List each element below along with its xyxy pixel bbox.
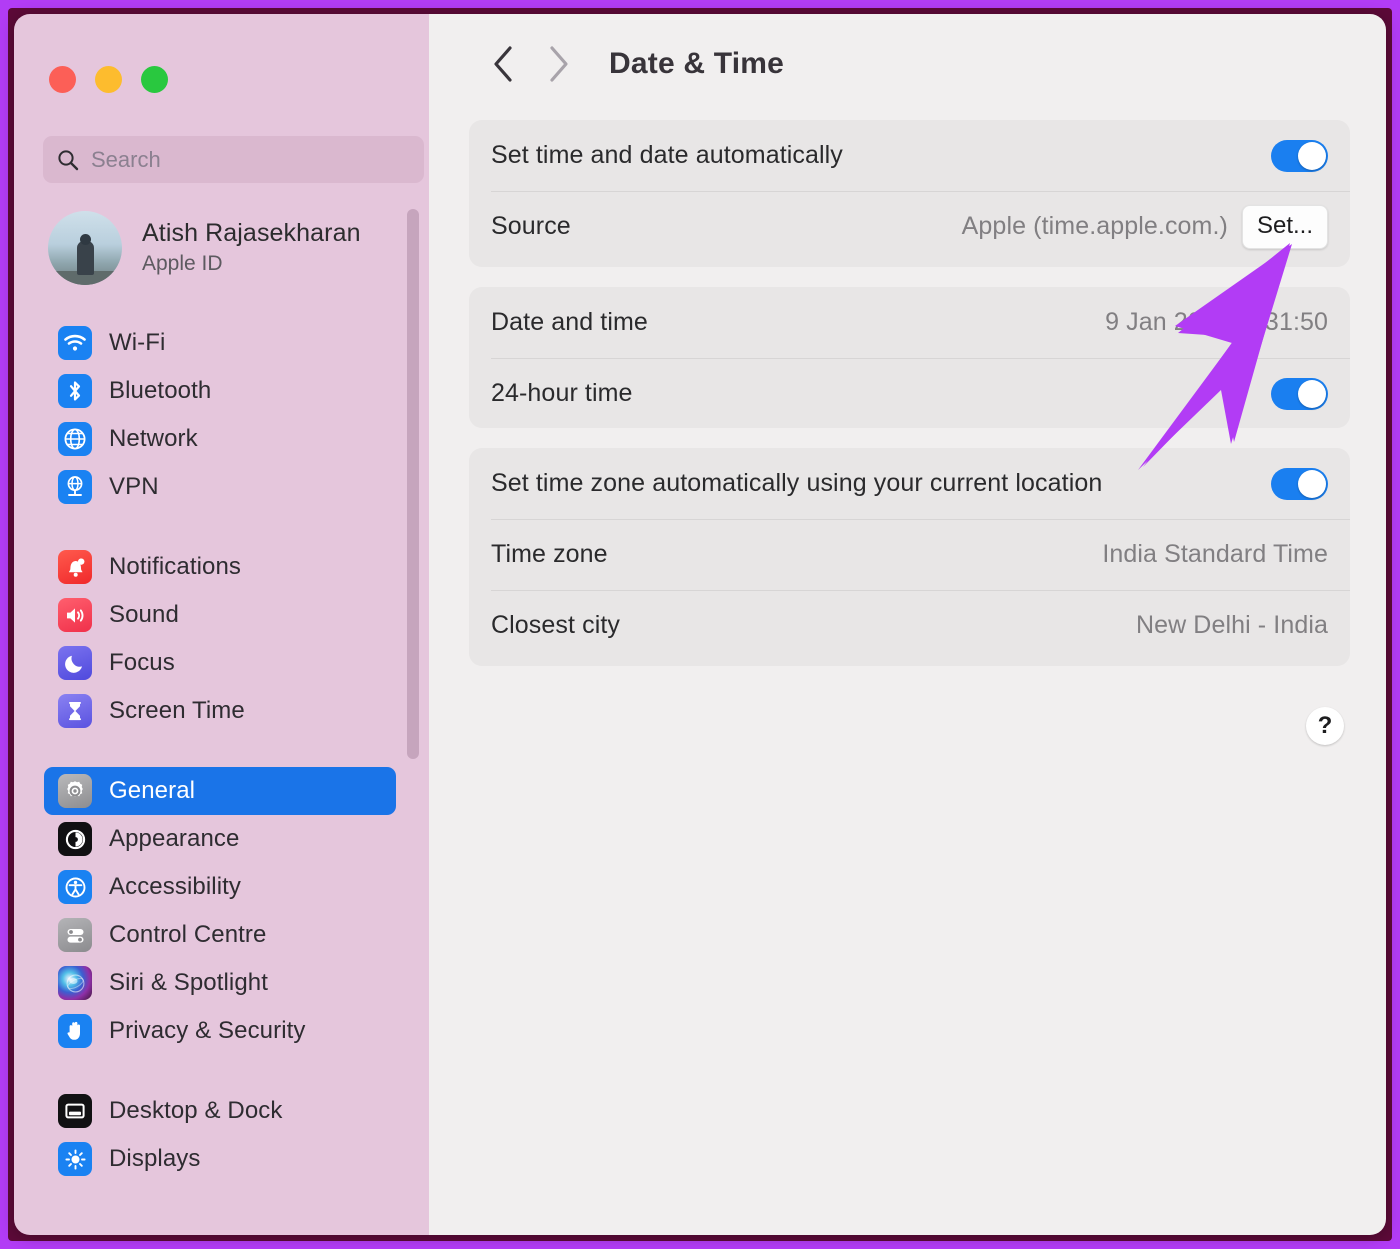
sidebar: Atish Rajasekharan Apple ID Wi-Fi Bluetoo… — [14, 14, 429, 1235]
sidebar-item-label: Wi-Fi — [109, 329, 166, 356]
bell-icon — [58, 550, 92, 584]
sidebar-nav: Wi-Fi Bluetooth Network VPN Notifications Sou… — [44, 319, 396, 1183]
account-row[interactable]: Atish Rajasekharan Apple ID — [48, 211, 361, 285]
sidebar-item-label: Notifications — [109, 553, 242, 580]
screenshot-root: Atish Rajasekharan Apple ID Wi-Fi Bluetoo… — [0, 0, 1400, 1249]
sidebar-item-network[interactable]: Network — [44, 415, 396, 463]
sidebar-item-control-centre[interactable]: Control Centre — [44, 911, 396, 959]
page-title: Date & Time — [609, 47, 785, 80]
window-controls — [49, 66, 168, 93]
brightness-icon — [58, 1142, 92, 1176]
closest-city-value: New Delhi - India — [1135, 611, 1328, 639]
sidebar-item-label: Siri & Spotlight — [109, 969, 269, 996]
sidebar-item-label: Accessibility — [109, 873, 241, 900]
privacy-hand-icon — [58, 1014, 92, 1048]
sidebar-item-label: Privacy & Security — [109, 1017, 306, 1044]
row-closest-city[interactable]: Closest city New Delhi - India — [469, 590, 1350, 661]
help-button[interactable]: ? — [1306, 707, 1344, 745]
row-label: 24-hour time — [491, 379, 633, 407]
vpn-globe-icon — [58, 470, 92, 504]
control-centre-icon — [58, 918, 92, 952]
system-settings-window: Atish Rajasekharan Apple ID Wi-Fi Bluetoo… — [14, 14, 1386, 1235]
back-button[interactable] — [475, 36, 531, 92]
sidebar-item-label: Sound — [109, 601, 179, 628]
account-name: Atish Rajasekharan — [142, 219, 361, 248]
accessibility-icon — [58, 870, 92, 904]
sidebar-item-label: Desktop & Dock — [109, 1097, 283, 1124]
sidebar-item-general[interactable]: General — [44, 767, 396, 815]
forward-button[interactable] — [531, 36, 587, 92]
sidebar-item-privacy-security[interactable]: Privacy & Security — [44, 1007, 396, 1055]
sidebar-item-label: Screen Time — [109, 697, 245, 724]
minimise-button[interactable] — [95, 66, 122, 93]
sidebar-item-notifications[interactable]: Notifications — [44, 543, 396, 591]
sidebar-item-focus[interactable]: Focus — [44, 639, 396, 687]
search-input[interactable] — [91, 146, 401, 173]
row-24-hour-time[interactable]: 24-hour time — [469, 358, 1350, 429]
row-time-zone[interactable]: Time zone India Standard Time — [469, 519, 1350, 590]
search-icon — [57, 149, 79, 171]
wifi-icon — [58, 326, 92, 360]
source-value: Apple (time.apple.com.) — [961, 212, 1228, 240]
bluetooth-icon — [58, 374, 92, 408]
sidebar-item-label: Focus — [109, 649, 175, 676]
date-and-time-value: 9 Jan 2024 at 31:50 — [1105, 308, 1328, 336]
toolbar: Date & Time — [429, 14, 1386, 114]
desktop-dock-icon — [58, 1094, 92, 1128]
set-time-zone-automatically-toggle[interactable] — [1271, 467, 1328, 500]
sidebar-item-label: VPN — [109, 473, 159, 500]
row-label: Time zone — [491, 540, 608, 568]
sidebar-item-label: Appearance — [109, 825, 240, 852]
siri-icon — [58, 966, 92, 1000]
sidebar-group-separator — [44, 735, 396, 767]
sidebar-item-bluetooth[interactable]: Bluetooth — [44, 367, 396, 415]
24-hour-time-toggle[interactable] — [1271, 377, 1328, 410]
sidebar-group-separator — [44, 511, 396, 543]
network-globe-icon — [58, 422, 92, 456]
row-set-time-automatically[interactable]: Set time and date automatically — [469, 120, 1350, 191]
maximise-button[interactable] — [141, 66, 168, 93]
search-field[interactable] — [43, 136, 424, 183]
sidebar-item-label: General — [109, 777, 196, 804]
set-button[interactable]: Set... — [1241, 204, 1328, 249]
row-label: Closest city — [491, 611, 621, 639]
avatar — [48, 211, 122, 285]
time-zone-value: India Standard Time — [1102, 540, 1328, 568]
sidebar-item-displays[interactable]: Displays — [44, 1135, 396, 1183]
sidebar-item-wi-fi[interactable]: Wi-Fi — [44, 319, 396, 367]
detail-pane: Date & Time Set time and date automatica… — [429, 14, 1386, 1235]
sidebar-item-desktop-dock[interactable]: Desktop & Dock — [44, 1087, 396, 1135]
row-set-time-zone-automatically[interactable]: Set time zone automatically using your c… — [469, 448, 1350, 519]
sidebar-item-appearance[interactable]: Appearance — [44, 815, 396, 863]
sidebar-item-label: Bluetooth — [109, 377, 212, 404]
date-time-group: Date and time 9 Jan 2024 at 31:50 24-hou… — [469, 287, 1350, 428]
gear-icon — [58, 774, 92, 808]
close-button[interactable] — [49, 66, 76, 93]
sidebar-item-accessibility[interactable]: Accessibility — [44, 863, 396, 911]
row-date-and-time[interactable]: Date and time 9 Jan 2024 at 31:50 — [469, 287, 1350, 358]
set-time-automatically-toggle[interactable] — [1271, 139, 1328, 172]
sidebar-item-label: Displays — [109, 1145, 201, 1172]
speaker-icon — [58, 598, 92, 632]
row-label: Date and time — [491, 308, 648, 336]
moon-icon — [58, 646, 92, 680]
sidebar-item-sound[interactable]: Sound — [44, 591, 396, 639]
sidebar-scrollbar[interactable] — [407, 209, 419, 759]
sidebar-item-screen-time[interactable]: Screen Time — [44, 687, 396, 735]
appearance-icon — [58, 822, 92, 856]
sidebar-item-label: Control Centre — [109, 921, 267, 948]
row-label: Source — [491, 212, 571, 240]
sidebar-group-separator — [44, 1055, 396, 1087]
sidebar-item-vpn[interactable]: VPN — [44, 463, 396, 511]
row-label: Set time zone automatically using your c… — [491, 469, 1103, 497]
row-label: Set time and date automatically — [491, 141, 843, 169]
row-source[interactable]: Source Apple (time.apple.com.) Set... — [469, 191, 1350, 262]
time-zone-group: Set time zone automatically using your c… — [469, 448, 1350, 666]
hourglass-icon — [58, 694, 92, 728]
automatic-time-group: Set time and date automatically Source A… — [469, 120, 1350, 267]
sidebar-item-label: Network — [109, 425, 198, 452]
sidebar-item-siri-spotlight[interactable]: Siri & Spotlight — [44, 959, 396, 1007]
account-subtitle: Apple ID — [142, 251, 223, 275]
